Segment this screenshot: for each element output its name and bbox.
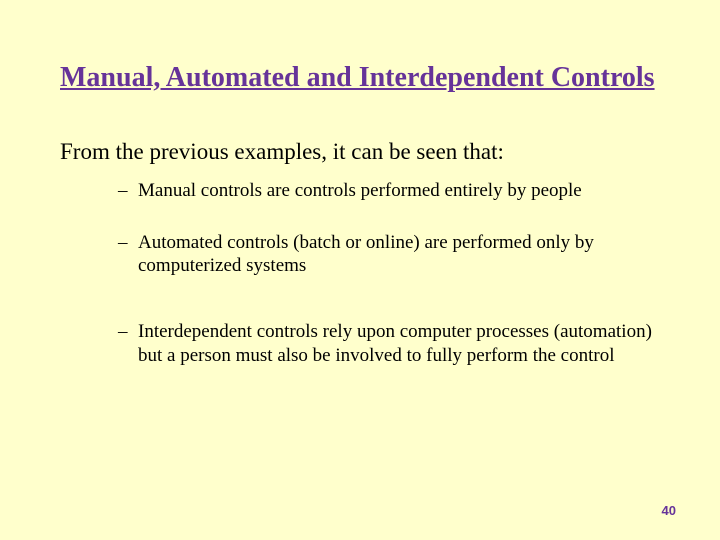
bullet-list: –Manual controls are controls performed … bbox=[60, 179, 660, 368]
intro-text: From the previous examples, it can be se… bbox=[60, 138, 660, 167]
list-item: –Automated controls (batch or online) ar… bbox=[118, 231, 660, 279]
list-item: –Manual controls are controls performed … bbox=[118, 179, 660, 203]
bullet-text: Manual controls are controls performed e… bbox=[138, 180, 582, 201]
bullet-text: Interdependent controls rely upon comput… bbox=[138, 321, 652, 366]
page-number: 40 bbox=[662, 503, 676, 518]
slide-title: Manual, Automated and Interdependent Con… bbox=[60, 62, 660, 94]
bullet-text: Automated controls (batch or online) are… bbox=[138, 232, 594, 277]
slide: Manual, Automated and Interdependent Con… bbox=[0, 0, 720, 540]
list-item: –Interdependent controls rely upon compu… bbox=[118, 320, 660, 368]
